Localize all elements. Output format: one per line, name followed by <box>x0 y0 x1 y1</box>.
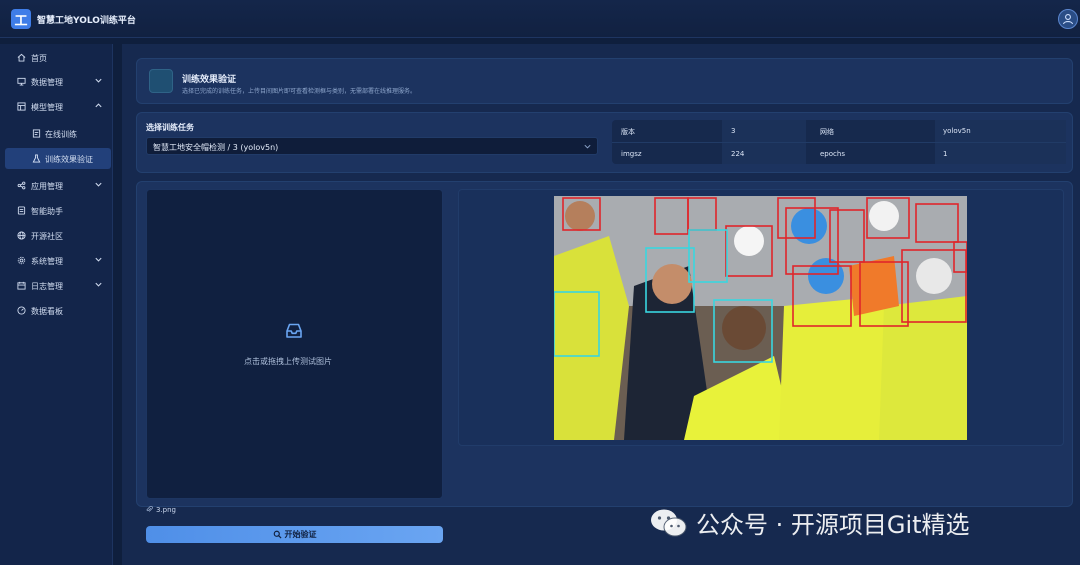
upload-hint: 点击或拖拽上传测试图片 <box>244 357 332 366</box>
chevron-down-icon <box>95 257 102 262</box>
sidebar-item-dashboard[interactable]: 数据看板 <box>0 300 113 321</box>
image-upload-dropzone[interactable] <box>146 189 443 499</box>
sidebar-item-label: 开源社区 <box>31 232 63 241</box>
start-validation-label: 开始验证 <box>284 530 317 539</box>
sidebar-item-label: 模型管理 <box>31 103 63 112</box>
sidebar-item-community[interactable]: 开源社区 <box>0 225 113 246</box>
assistant-icon <box>16 205 27 216</box>
sidebar-item-label: 应用管理 <box>31 182 63 191</box>
chevron-down-icon <box>95 282 102 287</box>
wechat-watermark: 公众号 · 开源项目Git精选 <box>650 505 970 540</box>
chevron-down-icon <box>584 144 591 149</box>
sidebar-item-training-validation[interactable]: 训练效果验证 <box>5 148 111 169</box>
sidebar-item-label: 在线训练 <box>45 130 77 139</box>
task-select-label: 选择训练任务 <box>146 123 194 132</box>
paperclip-icon <box>146 505 153 512</box>
start-validation-button[interactable]: 开始验证 <box>146 526 443 543</box>
info-imgsz-label: imgsz <box>621 150 642 158</box>
dashboard-icon <box>16 305 27 316</box>
gear-icon <box>16 255 27 266</box>
wechat-icon <box>651 509 687 536</box>
info-network-label: 网络 <box>820 128 834 136</box>
sidebar-item-label: 首页 <box>31 54 47 63</box>
home-icon <box>16 52 27 63</box>
page-header-card <box>136 58 1073 104</box>
info-epochs-label: epochs <box>820 150 845 158</box>
sidebar-item-model-management[interactable]: 模型管理 <box>0 96 113 117</box>
chevron-up-icon <box>95 103 102 108</box>
info-network-value: yolov5n <box>943 127 971 135</box>
share-icon <box>16 180 27 191</box>
page-badge-icon <box>149 69 173 93</box>
monitor-icon <box>16 76 27 87</box>
task-select[interactable]: 智慧工地安全帽检测 / 3 (yolov5n) <box>146 137 598 155</box>
info-divider <box>612 142 1066 143</box>
globe-icon <box>16 230 27 241</box>
sidebar-item-data-management[interactable]: 数据管理 <box>0 71 113 92</box>
info-version-label: 版本 <box>621 128 635 136</box>
chevron-down-icon <box>95 78 102 83</box>
sidebar-item-assistant[interactable]: 智能助手 <box>0 200 113 221</box>
watermark-text: 公众号 · 开源项目Git精选 <box>696 511 970 539</box>
info-epochs-value: 1 <box>943 150 948 158</box>
info-version-value: 3 <box>731 127 736 135</box>
sidebar-item-label: 日志管理 <box>31 282 63 291</box>
model-icon <box>16 101 27 112</box>
sidebar-item-label: 训练效果验证 <box>45 155 93 164</box>
sidebar-item-label: 系统管理 <box>31 257 63 266</box>
task-select-value: 智慧工地安全帽检测 / 3 (yolov5n) <box>153 143 279 152</box>
sidebar-item-label: 智能助手 <box>31 207 63 216</box>
app-title: 智慧工地YOLO训练平台 <box>37 16 136 26</box>
chevron-down-icon <box>95 182 102 187</box>
app-logo: 工 <box>11 9 31 29</box>
sidebar-item-app-management[interactable]: 应用管理 <box>0 175 113 196</box>
uploaded-file-name: 3.png <box>156 506 177 514</box>
page-description: 选择已完成的训练任务，上传目间图片即可查看检测框与类别，无需部署在线推理服务。 <box>182 88 417 95</box>
top-bar: 工 智慧工地YOLO训练平台 <box>0 0 1080 38</box>
result-photo-illustration <box>554 196 967 440</box>
sidebar-item-label: 数据看板 <box>31 307 63 316</box>
detection-result-image <box>554 196 967 440</box>
search-icon <box>273 530 282 539</box>
user-avatar-icon[interactable] <box>1058 9 1078 29</box>
sidebar-item-system-management[interactable]: 系统管理 <box>0 250 113 271</box>
sidebar-item-home[interactable]: 首页 <box>0 47 113 68</box>
calendar-icon <box>16 280 27 291</box>
info-imgsz-value: 224 <box>731 150 745 158</box>
sidebar-item-label: 数据管理 <box>31 78 63 87</box>
inbox-icon <box>286 323 302 338</box>
train-icon <box>31 128 42 139</box>
sidebar-item-online-training[interactable]: 在线训练 <box>0 123 113 144</box>
page-title: 训练效果验证 <box>182 75 237 85</box>
flask-icon <box>31 153 42 164</box>
sidebar-item-log-management[interactable]: 日志管理 <box>0 275 113 296</box>
uploaded-file[interactable]: 3.png <box>146 505 177 514</box>
